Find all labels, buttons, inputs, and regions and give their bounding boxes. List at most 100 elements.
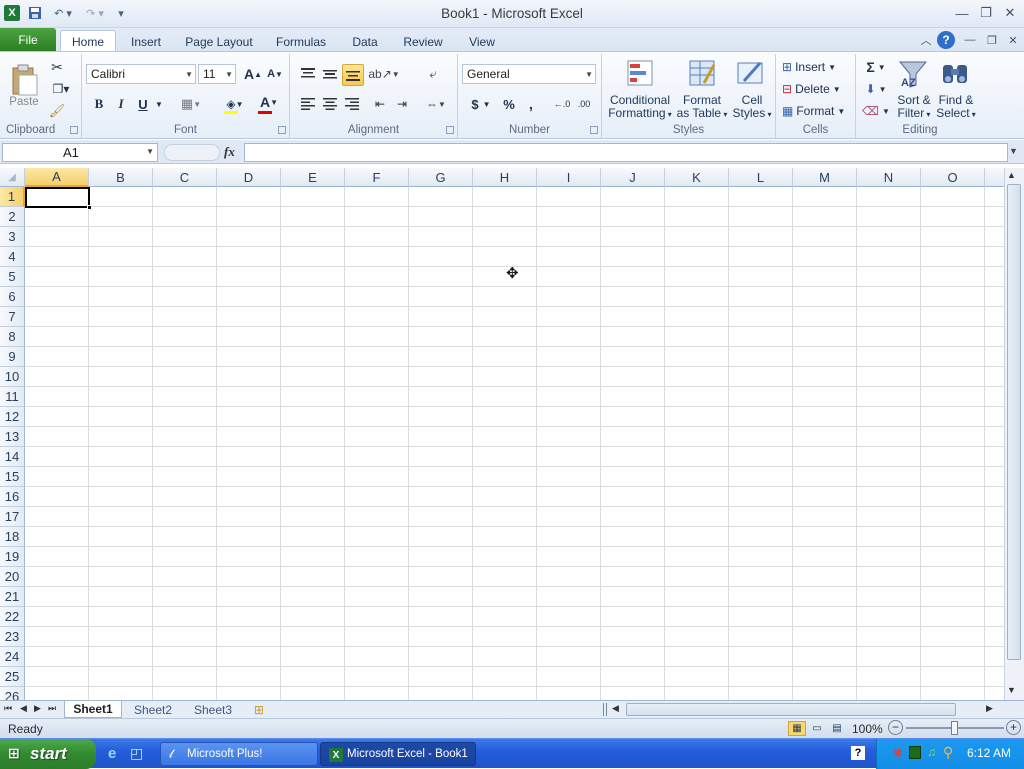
- copy-icon[interactable]: ❐▾: [48, 80, 74, 98]
- zoom-in-icon[interactable]: +: [1006, 720, 1021, 735]
- fill-handle[interactable]: [87, 205, 92, 210]
- cut-icon[interactable]: ✂: [48, 58, 66, 76]
- horizontal-scroll-thumb[interactable]: [626, 703, 956, 716]
- underline-button[interactable]: U: [134, 94, 152, 114]
- zoom-slider-thumb[interactable]: [951, 721, 958, 735]
- grow-font-button[interactable]: A ▲: [244, 64, 262, 84]
- italic-button[interactable]: I: [112, 94, 130, 114]
- number-format-combo[interactable]: General ▼: [462, 64, 596, 84]
- percent-button[interactable]: %: [500, 94, 518, 114]
- increase-decimal-icon[interactable]: ←.0: [552, 94, 572, 114]
- minimize-ribbon-icon[interactable]: ︿: [916, 31, 936, 49]
- scroll-left-icon[interactable]: ◀: [612, 703, 619, 714]
- tab-insert[interactable]: Insert: [124, 32, 168, 52]
- alignment-launcher-icon[interactable]: [446, 126, 454, 134]
- comma-button[interactable]: ,: [524, 94, 538, 114]
- sheet-nav-last-icon[interactable]: ⏭: [48, 703, 56, 714]
- conditional-formatting-button[interactable]: Conditional Formatting ▾: [606, 94, 674, 121]
- row-header[interactable]: 12: [0, 407, 25, 427]
- row-header[interactable]: 14: [0, 447, 25, 467]
- shrink-font-button[interactable]: A ▼: [266, 64, 284, 84]
- page-layout-view-icon[interactable]: ▭: [808, 721, 826, 736]
- doc-restore-button[interactable]: ❐: [982, 31, 1002, 49]
- paste-button[interactable]: Paste: [6, 58, 42, 114]
- align-right-icon[interactable]: [342, 94, 362, 114]
- row-header[interactable]: 13: [0, 427, 25, 447]
- autosum-button[interactable]: Σ ▼: [862, 58, 890, 76]
- borders-icon[interactable]: ▦ ▼: [178, 94, 204, 114]
- minimize-button[interactable]: —: [952, 4, 972, 22]
- column-header[interactable]: E: [281, 168, 345, 187]
- tab-home[interactable]: Home: [60, 30, 116, 53]
- row-header[interactable]: 19: [0, 547, 25, 567]
- row-header[interactable]: 21: [0, 587, 25, 607]
- align-middle-icon[interactable]: [320, 64, 340, 84]
- decrease-indent-icon[interactable]: ⇤: [370, 94, 390, 114]
- row-header[interactable]: 18: [0, 527, 25, 547]
- underline-dropdown-icon[interactable]: ▼: [154, 94, 164, 114]
- find-select-button[interactable]: Find & Select ▾: [934, 94, 978, 121]
- format-as-table-button[interactable]: Format as Table ▾: [676, 94, 728, 121]
- font-launcher-icon[interactable]: [278, 126, 286, 134]
- column-header[interactable]: K: [665, 168, 729, 187]
- row-header[interactable]: 24: [0, 647, 25, 667]
- column-header[interactable]: L: [729, 168, 793, 187]
- sort-filter-button[interactable]: Sort & Filter ▾: [894, 94, 934, 121]
- volume-icon[interactable]: ♫: [927, 745, 936, 759]
- zoom-level[interactable]: 100%: [852, 722, 883, 736]
- tab-formulas[interactable]: Formulas: [270, 32, 332, 52]
- scroll-right-icon[interactable]: ▶: [986, 703, 993, 714]
- row-header[interactable]: 8: [0, 327, 25, 347]
- sheet-nav-prev-icon[interactable]: ◀: [20, 703, 27, 714]
- sheet-nav-next-icon[interactable]: ▶: [34, 703, 41, 714]
- vertical-scrollbar[interactable]: ▲ ▼: [1004, 168, 1024, 700]
- show-desktop-icon[interactable]: ◰: [130, 745, 148, 763]
- insert-cells-button[interactable]: ⊞ Insert ▼: [782, 58, 852, 76]
- taskbar-item-microsoft-plus[interactable]: 𝓁 Microsoft Plus!: [160, 742, 318, 766]
- align-center-icon[interactable]: [320, 94, 340, 114]
- doc-minimize-button[interactable]: —: [960, 31, 980, 49]
- row-header[interactable]: 7: [0, 307, 25, 327]
- restore-button[interactable]: ❐: [976, 4, 996, 22]
- row-header[interactable]: 3: [0, 227, 25, 247]
- row-header[interactable]: 22: [0, 607, 25, 627]
- select-all-corner[interactable]: ◢: [0, 168, 25, 187]
- row-header[interactable]: 6: [0, 287, 25, 307]
- row-header[interactable]: 5: [0, 267, 25, 287]
- wrap-text-icon[interactable]: ⤶: [422, 64, 444, 84]
- column-header[interactable]: J: [601, 168, 665, 187]
- console-icon[interactable]: [909, 746, 921, 759]
- tab-view[interactable]: View: [462, 32, 502, 52]
- tab-data[interactable]: Data: [346, 32, 384, 52]
- column-header[interactable]: C: [153, 168, 217, 187]
- font-size-combo[interactable]: 11 ▼: [198, 64, 236, 84]
- help-icon[interactable]: ?: [937, 31, 955, 49]
- vertical-scroll-thumb[interactable]: [1007, 184, 1021, 660]
- align-left-icon[interactable]: [298, 94, 318, 114]
- delete-cells-button[interactable]: ⊟ Delete ▼: [782, 80, 852, 98]
- fill-icon[interactable]: ⬇ ▼: [862, 80, 890, 98]
- number-launcher-icon[interactable]: [590, 126, 598, 134]
- formula-input[interactable]: [244, 143, 1008, 162]
- merge-center-icon[interactable]: ⇔ ▼: [422, 94, 450, 114]
- zoom-out-icon[interactable]: −: [888, 720, 903, 735]
- network-icon[interactable]: ✱: [893, 746, 903, 760]
- page-break-view-icon[interactable]: ▤: [828, 721, 846, 736]
- row-header[interactable]: 11: [0, 387, 25, 407]
- row-header[interactable]: 2: [0, 207, 25, 227]
- currency-button[interactable]: $ ▼: [466, 94, 496, 114]
- row-header[interactable]: 9: [0, 347, 25, 367]
- insert-function-icon[interactable]: fx: [224, 144, 235, 160]
- decrease-decimal-icon[interactable]: .00: [574, 94, 594, 114]
- search-icon[interactable]: ⚲: [943, 744, 953, 761]
- column-header[interactable]: D: [217, 168, 281, 187]
- column-header[interactable]: N: [857, 168, 921, 187]
- format-painter-icon[interactable]: 🖌: [48, 102, 66, 120]
- row-header[interactable]: 26: [0, 687, 25, 700]
- increase-indent-icon[interactable]: ⇥: [392, 94, 412, 114]
- align-bottom-icon[interactable]: [342, 64, 364, 86]
- column-header[interactable]: I: [537, 168, 601, 187]
- column-header[interactable]: M: [793, 168, 857, 187]
- column-header[interactable]: F: [345, 168, 409, 187]
- worksheet-grid[interactable]: ◢ ABCDEFGHIJKLMNO 1 2 3 4 5 6 7 8 9 10 11 12 13 14 15 1…: [0, 168, 1006, 700]
